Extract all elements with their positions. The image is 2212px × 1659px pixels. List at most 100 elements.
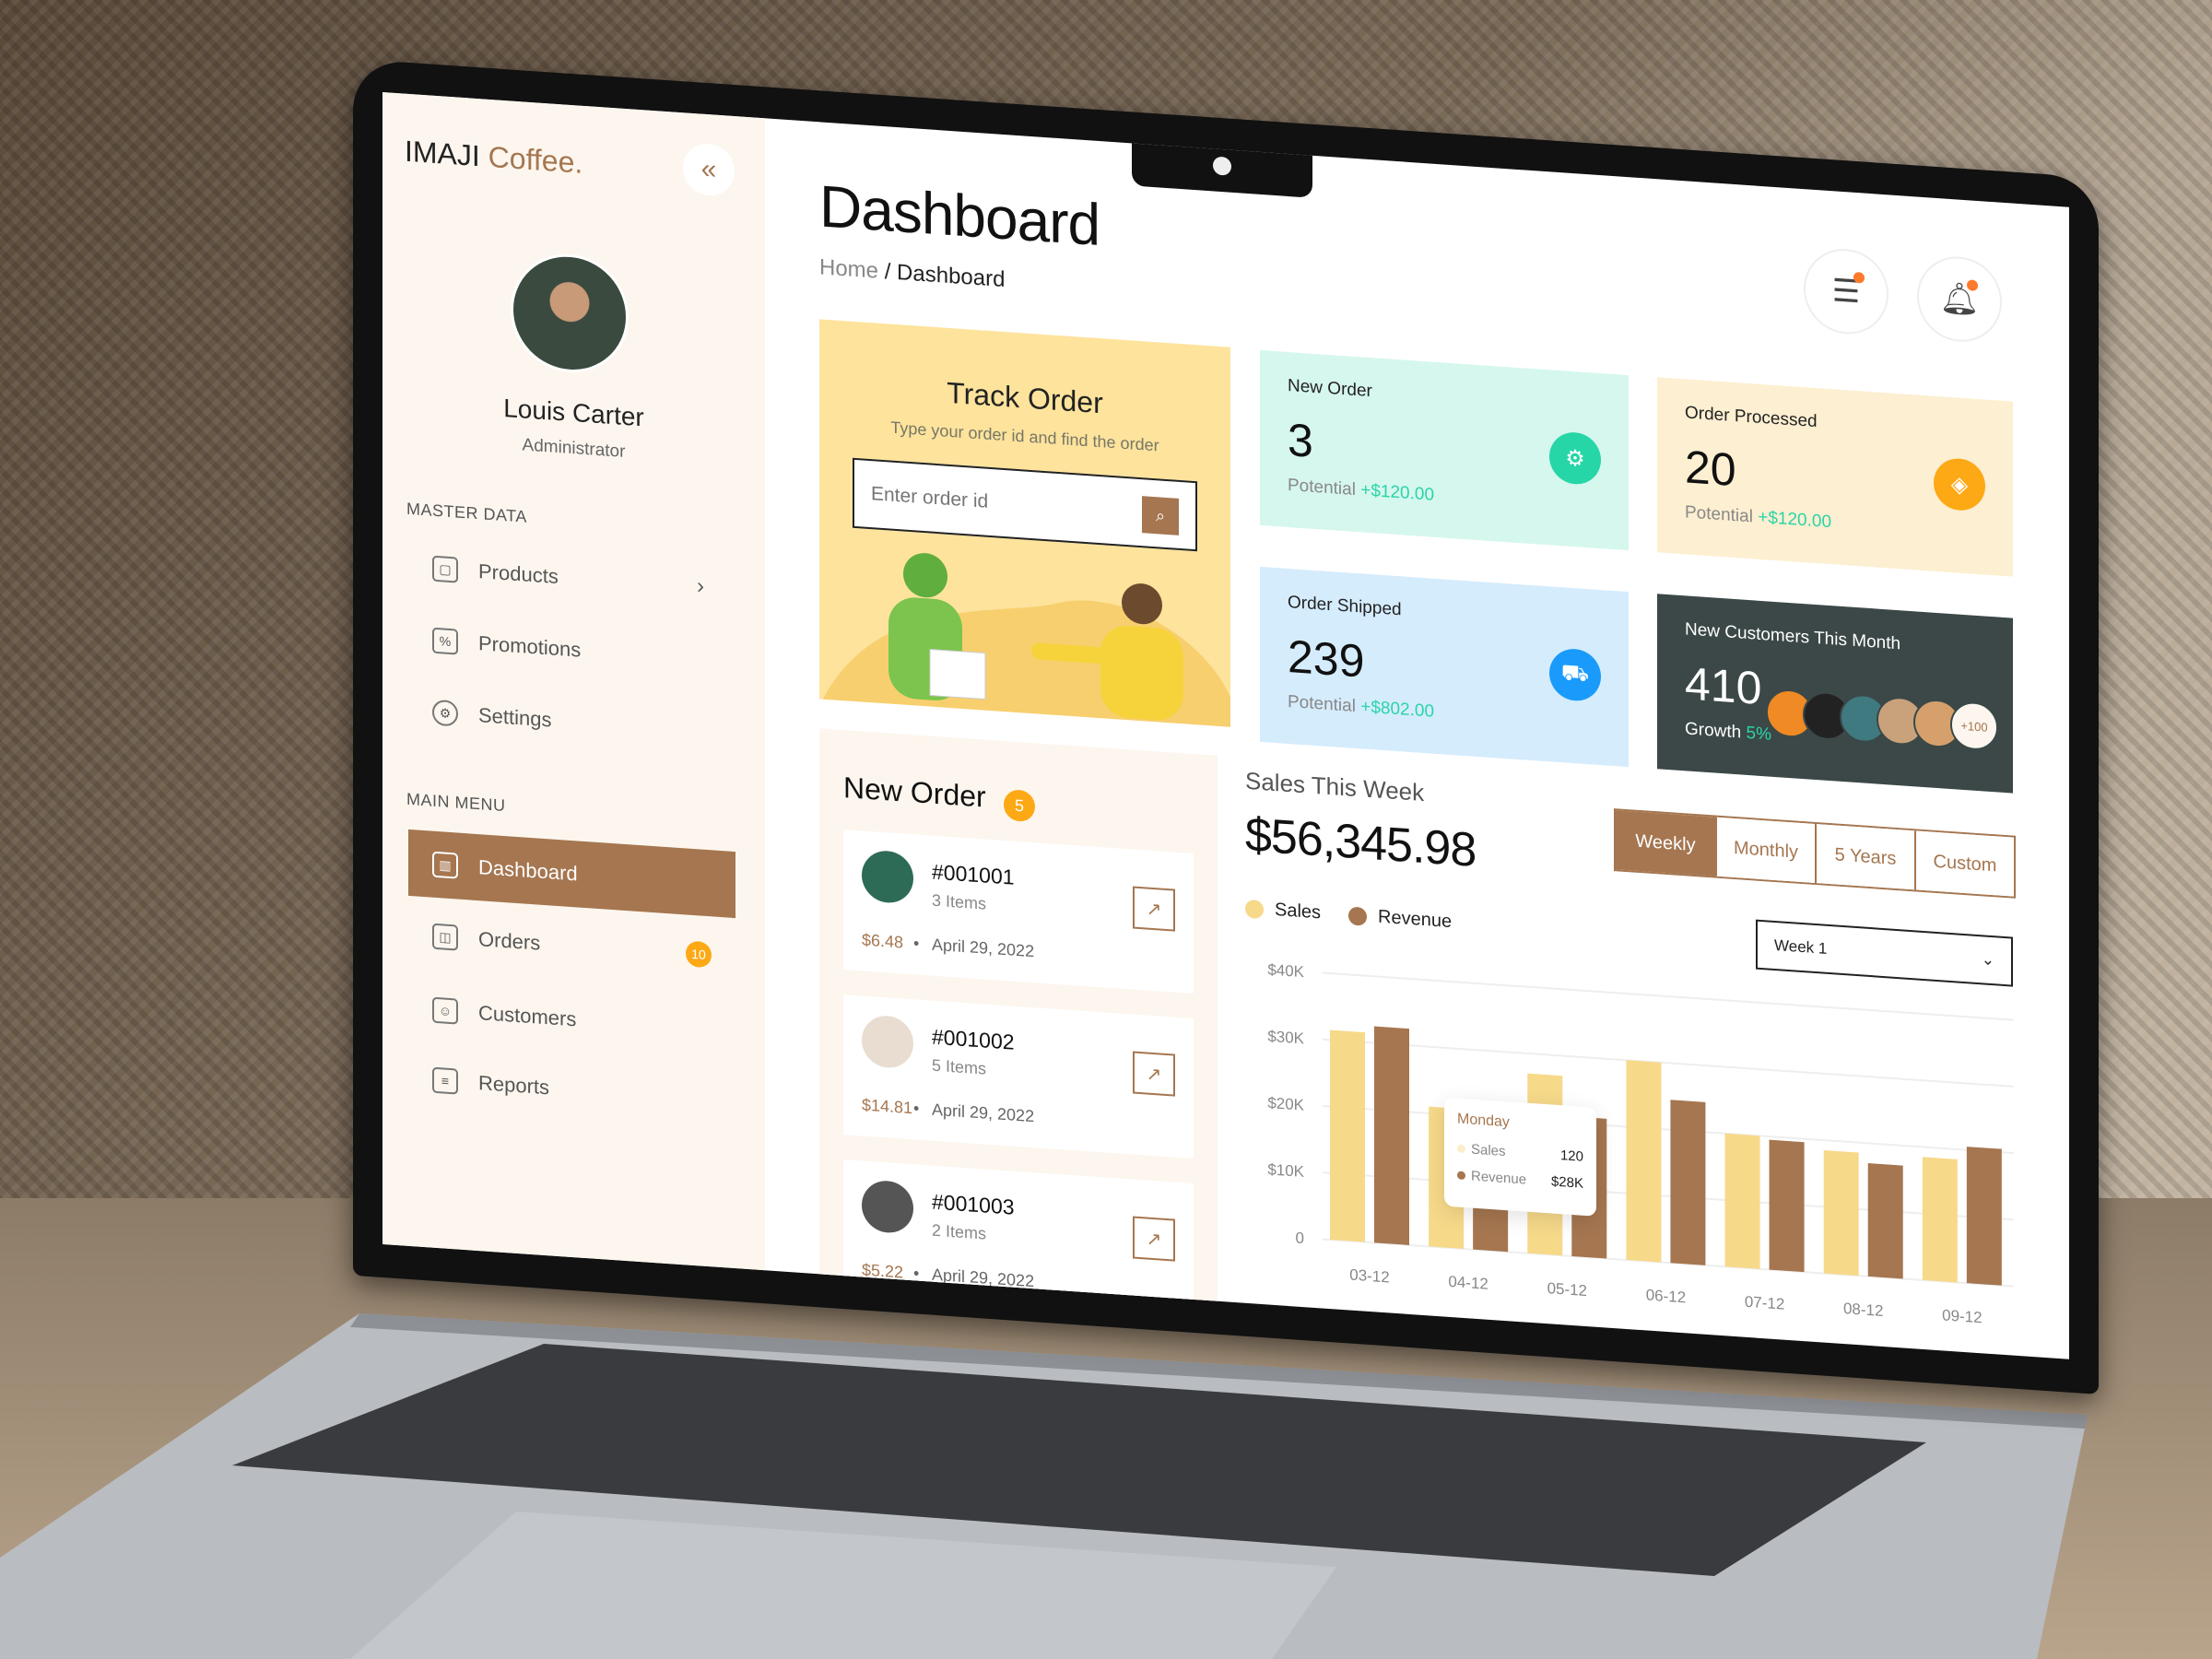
master-data-heading: MASTER DATA xyxy=(406,499,527,526)
messages-button[interactable]: ☰ xyxy=(1804,246,1888,337)
external-link-icon: ↗ xyxy=(1146,1228,1162,1251)
x-tick-label: 09-12 xyxy=(1942,1306,1982,1326)
tab-weekly[interactable]: Weekly xyxy=(1616,810,1715,877)
bar-chart-icon: ▥ xyxy=(432,851,458,879)
y-tick-label: 0 xyxy=(1296,1230,1304,1248)
discount-icon: % xyxy=(432,627,458,655)
open-order-button[interactable]: ↗ xyxy=(1133,1051,1175,1097)
product-thumbnail xyxy=(862,849,913,905)
sales-title: Sales This Week xyxy=(1245,766,1425,807)
bar-sales xyxy=(1330,1030,1365,1242)
order-price: $14.81 xyxy=(862,1095,913,1118)
new-order-title: New Order xyxy=(843,771,986,814)
order-id: #001003 xyxy=(932,1189,1015,1219)
tooltip-revenue-row: Revenue $28K xyxy=(1457,1167,1583,1192)
x-tick-label: 08-12 xyxy=(1843,1300,1883,1320)
y-tick-label: $10K xyxy=(1267,1160,1304,1181)
unread-dot xyxy=(1967,279,1978,292)
box-icon: ▢ xyxy=(432,555,458,583)
bar-sales xyxy=(1626,1060,1662,1263)
stat-card-new-customers: New Customers This Month 410 Growth 5% +… xyxy=(1657,594,2013,794)
chevron-down-icon: ⌄ xyxy=(1981,950,1994,970)
sidebar-item-label: Dashboard xyxy=(478,855,578,886)
sidebar-item-label: Reports xyxy=(478,1071,550,1100)
sales-chart: 0 $10K $20K $30K $40K 03-12 04-12 05-12 06-12 07-… xyxy=(1267,960,2014,1326)
breadcrumb-home[interactable]: Home xyxy=(819,254,878,283)
avatar[interactable] xyxy=(511,250,629,377)
stat-label: Order Shipped xyxy=(1288,592,1402,620)
new-order-panel: New Order 5 #001001 3 Items $6.48 April … xyxy=(819,728,1218,1327)
stat-card-order-shipped: Order Shipped 239 Potential +$802.00 ⛟ xyxy=(1260,566,1629,768)
camera-icon xyxy=(1213,156,1231,176)
gear-icon: ⚙ xyxy=(432,699,458,727)
stat-label: New Order xyxy=(1288,375,1372,402)
open-order-button[interactable]: ↗ xyxy=(1133,886,1175,932)
search-icon: ⌕ xyxy=(1155,505,1166,525)
new-order-count-badge: 5 xyxy=(1004,788,1035,823)
notifications-button[interactable]: 🔔︎ xyxy=(1917,253,2002,345)
external-link-icon: ↗ xyxy=(1146,1063,1162,1086)
x-tick-label: 07-12 xyxy=(1745,1293,1784,1313)
x-tick-label: 05-12 xyxy=(1547,1279,1587,1300)
sidebar-item-label: Orders xyxy=(478,927,541,955)
period-tabs: Weekly Monthly 5 Years Custom xyxy=(1614,808,2016,899)
sidebar-item-label: Promotions xyxy=(478,631,582,662)
legend-revenue: Revenue xyxy=(1348,904,1452,933)
chart-tooltip: Monday Sales 120 Revenue $28K xyxy=(1444,1097,1596,1217)
open-order-button[interactable]: ↗ xyxy=(1133,1216,1175,1262)
bar-sales xyxy=(1724,1133,1760,1269)
basket-icon: ◫ xyxy=(432,923,458,951)
bar-revenue xyxy=(1374,1026,1409,1245)
page-title: Dashboard xyxy=(819,172,1100,259)
order-price: $6.48 xyxy=(862,930,904,952)
y-tick-label: $20K xyxy=(1267,1094,1304,1114)
y-tick-label: $40K xyxy=(1267,960,1304,981)
tab-custom[interactable]: Custom xyxy=(1914,830,2014,897)
sidebar-item-label: Customers xyxy=(478,1001,577,1031)
week-select[interactable]: Week 1 ⌄ xyxy=(1756,919,2013,987)
product-thumbnail xyxy=(862,1179,913,1235)
grid-line xyxy=(1323,971,2014,1021)
order-list-item[interactable]: #001002 5 Items $14.81 April 29, 2022 ↗ xyxy=(843,994,1194,1159)
sidebar-item-label: Settings xyxy=(478,703,552,732)
screen: IMAJI Coffee. « Louis Carter Administrat… xyxy=(382,92,2069,1359)
order-list-item[interactable]: #001001 3 Items $6.48 April 29, 2022 ↗ xyxy=(843,830,1194,994)
sidebar: IMAJI Coffee. « Louis Carter Administrat… xyxy=(382,92,765,1271)
order-qty: 5 Items xyxy=(932,1055,987,1078)
main-menu-heading: MAIN MENU xyxy=(406,789,506,816)
user-card-icon: ☺ xyxy=(432,996,458,1025)
double-chevron-left-icon: « xyxy=(700,153,717,185)
collapse-sidebar-button[interactable]: « xyxy=(683,142,735,198)
order-date: April 29, 2022 xyxy=(932,1100,1034,1127)
y-tick-label: $30K xyxy=(1267,1028,1304,1048)
legend-sales: Sales xyxy=(1245,898,1321,924)
stat-card-new-order: New Order 3 Potential +$120.00 ⚙ xyxy=(1260,349,1629,551)
sidebar-item-label: Products xyxy=(478,559,559,589)
tab-5-years[interactable]: 5 Years xyxy=(1815,823,1914,890)
stat-card-order-processed: Order Processed 20 Potential +$120.00 ◈ xyxy=(1657,377,2013,577)
more-customers-badge[interactable]: +100 xyxy=(1950,700,1998,752)
x-tick-label: 03-12 xyxy=(1349,1266,1389,1287)
unread-dot xyxy=(1853,271,1865,284)
sales-amount: $56,345.98 xyxy=(1245,807,1477,877)
external-link-icon: ↗ xyxy=(1146,898,1162,921)
order-qty: 3 Items xyxy=(932,890,987,913)
bar-revenue xyxy=(1670,1100,1706,1265)
document-icon: ≡ xyxy=(432,1066,458,1095)
search-button[interactable]: ⌕ xyxy=(1142,496,1179,535)
grid-line xyxy=(1323,1171,2014,1221)
bar-sales xyxy=(1823,1149,1859,1277)
tooltip-day: Monday xyxy=(1457,1111,1510,1131)
order-id-input[interactable] xyxy=(871,483,1129,524)
product-thumbnail xyxy=(862,1014,913,1070)
grid-line xyxy=(1323,1238,2014,1288)
week-select-value: Week 1 xyxy=(1774,935,1828,958)
x-tick-label: 06-12 xyxy=(1646,1286,1686,1306)
bar-sales xyxy=(1922,1157,1958,1283)
tab-monthly[interactable]: Monthly xyxy=(1715,817,1815,883)
logo: IMAJI Coffee. xyxy=(405,134,583,180)
orders-badge: 10 xyxy=(686,940,712,969)
bar-revenue xyxy=(1867,1163,1903,1279)
chevron-right-icon: › xyxy=(697,573,704,599)
grid-line xyxy=(1323,1105,2014,1155)
